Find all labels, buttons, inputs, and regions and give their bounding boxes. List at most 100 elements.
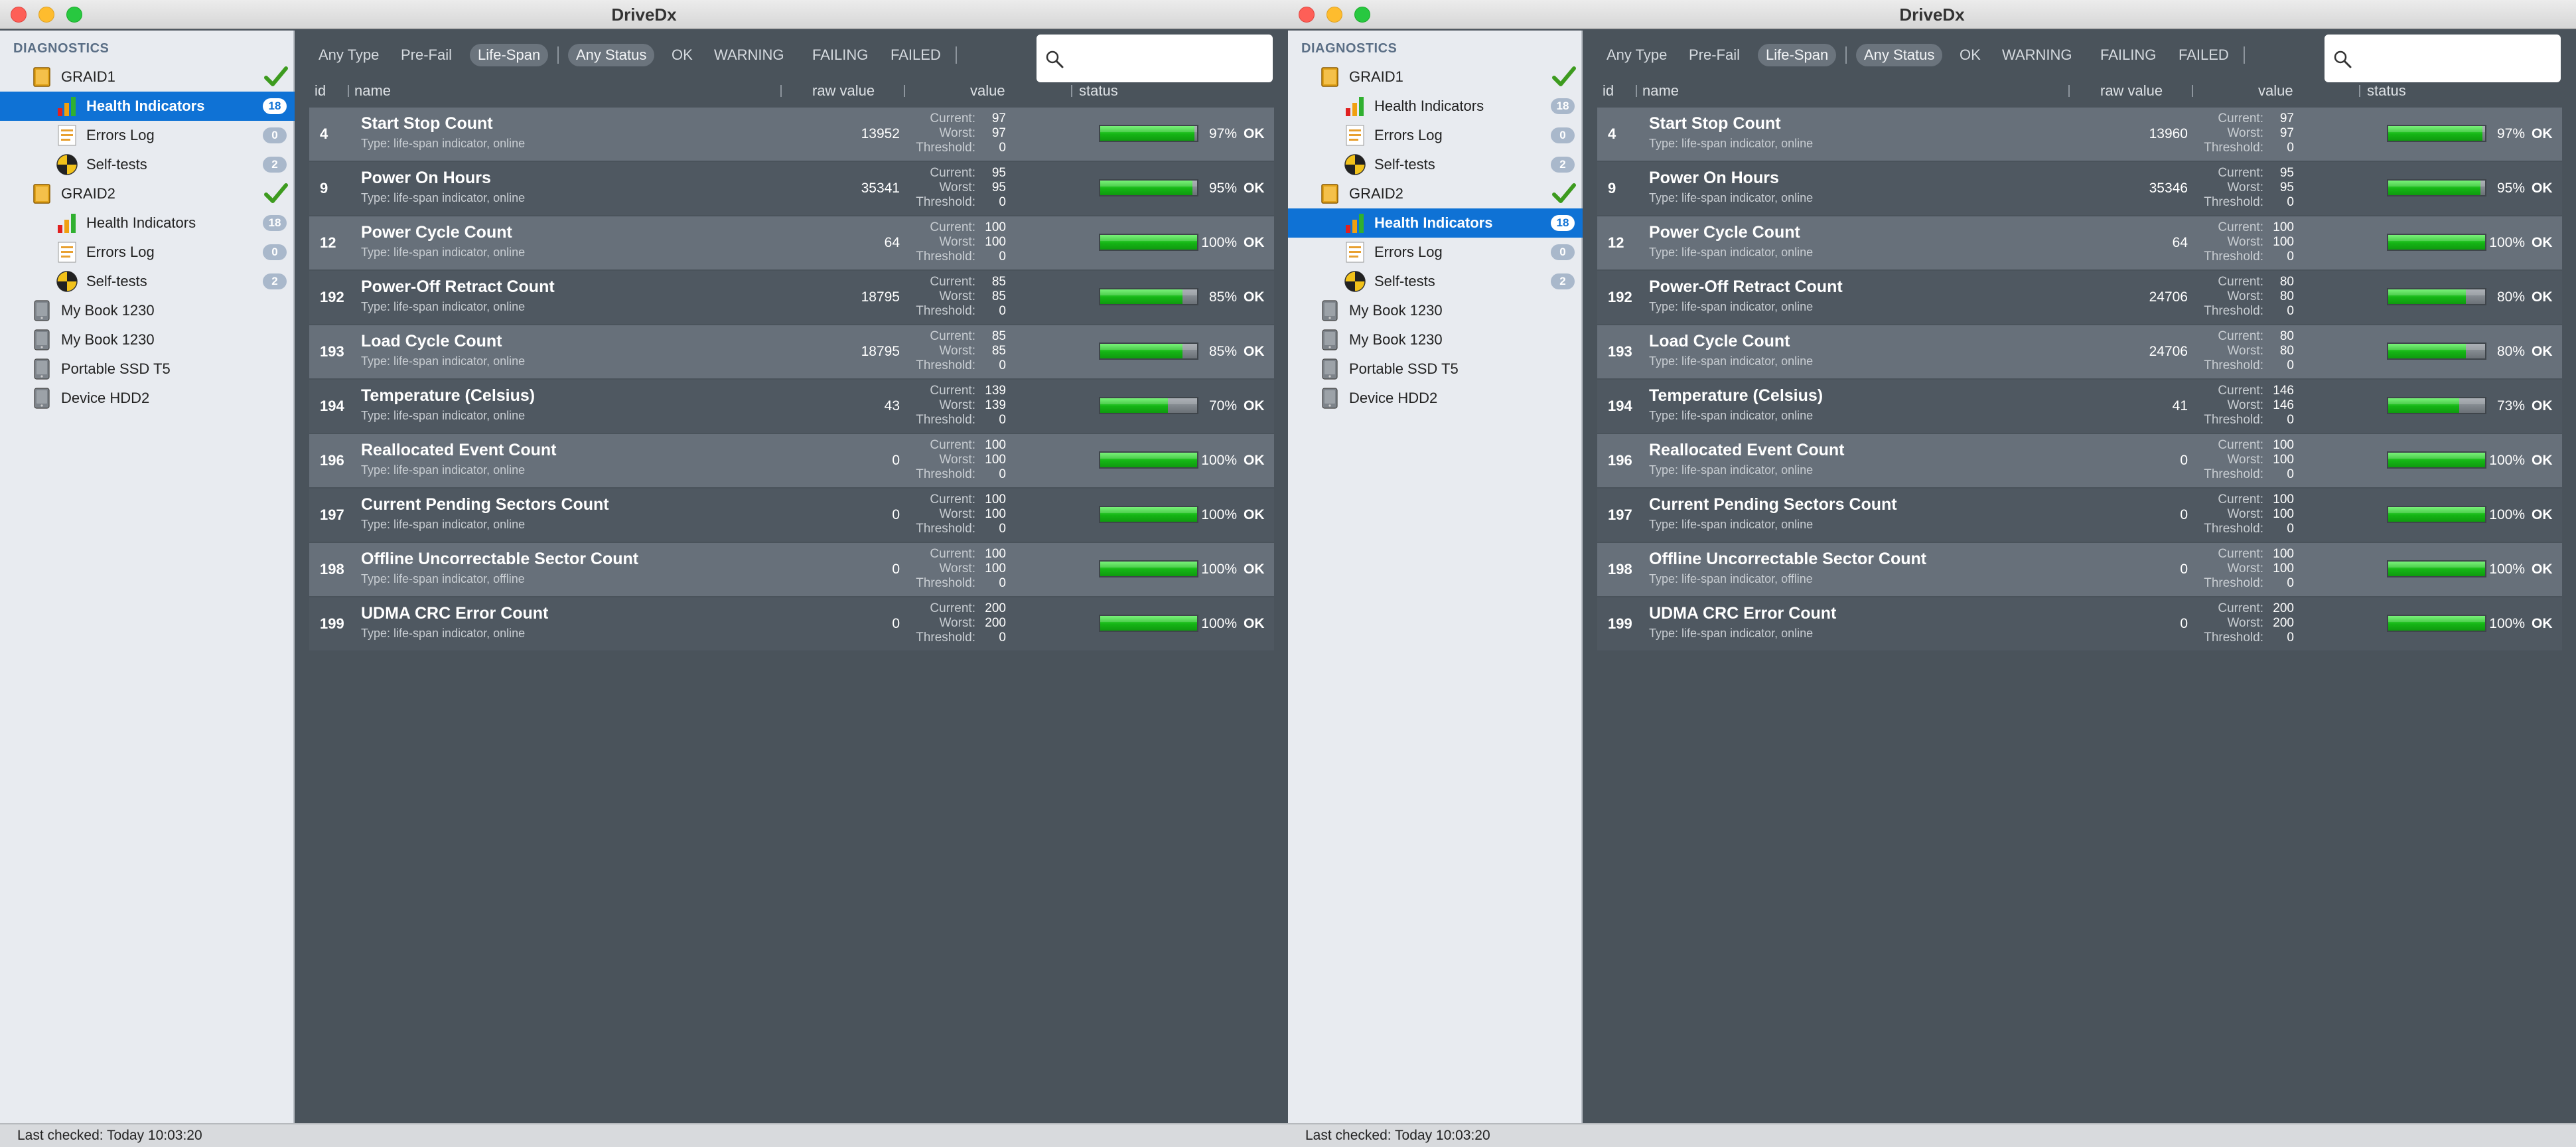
health-percent: 100% <box>1201 562 1237 577</box>
health-percent: 73% <box>2496 398 2525 414</box>
sidebar-item-health[interactable]: Health Indicators 18 <box>0 208 295 238</box>
column-divider[interactable] <box>2359 85 2360 97</box>
title-bar[interactable]: DriveDx <box>1288 0 2576 29</box>
column-divider[interactable] <box>1636 85 1637 97</box>
attribute-id: 199 <box>320 615 344 632</box>
sidebar-item-raid[interactable]: GRAID1 <box>1288 62 1583 92</box>
sidebar-item-disk[interactable]: My Book 1230 <box>0 296 295 325</box>
status-label: OK <box>2532 616 2553 631</box>
sidebar-item-raid[interactable]: GRAID1 <box>0 62 295 92</box>
sidebar-item-raid[interactable]: GRAID2 <box>1288 179 1583 208</box>
column-divider[interactable] <box>780 85 782 97</box>
filter-status-0[interactable]: Any Status <box>568 44 655 66</box>
table-row[interactable]: 193 Load Cycle Count Type: life-span indic… <box>309 325 1274 378</box>
table-row[interactable]: 4 Start Stop Count Type: life-span indicat… <box>309 108 1274 161</box>
filter-status-4[interactable]: FAILED <box>2179 44 2229 66</box>
table-row[interactable]: 4 Start Stop Count Type: life-span indicat… <box>1597 108 2562 161</box>
table-row[interactable]: 199 UDMA CRC Error Count Type: life-span i… <box>1597 597 2562 650</box>
filter-status-2[interactable]: WARNING <box>714 44 784 66</box>
table-row[interactable]: 9 Power On Hours Type: life-span indicator… <box>309 162 1274 215</box>
filter-status-3[interactable]: FAILING <box>812 44 868 66</box>
table-row[interactable]: 194 Temperature (Celsius) Type: life-span … <box>1597 380 2562 433</box>
column-divider[interactable] <box>2192 85 2193 97</box>
search-field[interactable] <box>2325 35 2561 82</box>
filter-status-1[interactable]: OK <box>1960 44 1981 66</box>
column-divider[interactable] <box>2068 85 2070 97</box>
table-row[interactable]: 197 Current Pending Sectors Count Type: li… <box>309 489 1274 542</box>
filter-status-0[interactable]: Any Status <box>1856 44 1943 66</box>
attribute-name: Offline Uncorrectable Sector Count <box>1649 550 1927 568</box>
sidebar-item-disk[interactable]: Portable SSD T5 <box>1288 354 1583 384</box>
health-icon <box>56 95 78 117</box>
column-status[interactable]: status <box>2367 81 2406 101</box>
health-percent: 95% <box>2496 181 2525 196</box>
filter-type-0[interactable]: Any Type <box>319 44 379 66</box>
search-field[interactable] <box>1037 35 1273 82</box>
filter-type-2[interactable]: Life-Span <box>1758 44 1837 66</box>
bar-gloss <box>1100 289 1197 295</box>
column-raw-value[interactable]: raw value <box>2100 81 2163 101</box>
column-id[interactable]: id <box>1603 81 1614 101</box>
filter-status-2[interactable]: WARNING <box>2002 44 2072 66</box>
attribute-name: Start Stop Count <box>361 114 493 133</box>
column-raw-value[interactable]: raw value <box>812 81 875 101</box>
sidebar-item-disk[interactable]: Portable SSD T5 <box>0 354 295 384</box>
sidebar-item-disk[interactable]: My Book 1230 <box>1288 325 1583 354</box>
sidebar-item-log[interactable]: Errors Log 0 <box>1288 238 1583 267</box>
disk-icon <box>31 387 53 410</box>
column-name[interactable]: name <box>354 81 391 101</box>
table-row[interactable]: 197 Current Pending Sectors Count Type: li… <box>1597 489 2562 542</box>
column-divider[interactable] <box>1071 85 1072 97</box>
value-block: Current: 100 Worst: 100 Threshold: 0 <box>2194 547 2307 591</box>
sidebar-item-selftest[interactable]: Self-tests 2 <box>1288 267 1583 296</box>
sidebar-item-health[interactable]: Health Indicators 18 <box>1288 208 1583 238</box>
value-label: Worst: <box>939 616 975 630</box>
filter-type-1[interactable]: Pre-Fail <box>401 44 452 66</box>
sidebar-item-disk[interactable]: My Book 1230 <box>0 325 295 354</box>
table-row[interactable]: 196 Reallocated Event Count Type: life-spa… <box>1597 434 2562 487</box>
sidebar-item-disk[interactable]: Device HDD2 <box>0 384 295 413</box>
sidebar-item-selftest[interactable]: Self-tests 2 <box>1288 150 1583 179</box>
filter-type-1[interactable]: Pre-Fail <box>1689 44 1740 66</box>
column-name[interactable]: name <box>1642 81 1679 101</box>
sidebar-item-health[interactable]: Health Indicators 18 <box>1288 92 1583 121</box>
sidebar-item-log[interactable]: Errors Log 0 <box>0 121 295 150</box>
value-label: Threshold: <box>2204 631 2263 645</box>
filter-status-4[interactable]: FAILED <box>891 44 941 66</box>
table-row[interactable]: 12 Power Cycle Count Type: life-span indic… <box>1597 216 2562 269</box>
column-status[interactable]: status <box>1079 81 1118 101</box>
sidebar-item-log[interactable]: Errors Log 0 <box>0 238 295 267</box>
table-row[interactable]: 194 Temperature (Celsius) Type: life-span … <box>309 380 1274 433</box>
filter-status-3[interactable]: FAILING <box>2100 44 2156 66</box>
column-value[interactable]: value <box>2258 81 2293 101</box>
filter-type-2[interactable]: Life-Span <box>470 44 549 66</box>
count-badge: 0 <box>1551 244 1575 260</box>
table-row[interactable]: 193 Load Cycle Count Type: life-span indic… <box>1597 325 2562 378</box>
value-number: 0 <box>999 250 1006 264</box>
filter-separator <box>2244 46 2245 64</box>
sidebar-item-selftest[interactable]: Self-tests 2 <box>0 150 295 179</box>
column-divider[interactable] <box>348 85 349 97</box>
column-id[interactable]: id <box>315 81 326 101</box>
table-row[interactable]: 199 UDMA CRC Error Count Type: life-span i… <box>309 597 1274 650</box>
title-bar[interactable]: DriveDx <box>0 0 1288 29</box>
table-row[interactable]: 192 Power-Off Retract Count Type: life-spa… <box>1597 271 2562 324</box>
sidebar-item-log[interactable]: Errors Log 0 <box>1288 121 1583 150</box>
sidebar-item-selftest[interactable]: Self-tests 2 <box>0 267 295 296</box>
column-divider[interactable] <box>904 85 905 97</box>
sidebar-item-health[interactable]: Health Indicators 18 <box>0 92 295 121</box>
status-label: OK <box>2532 289 2553 305</box>
table-row[interactable]: 9 Power On Hours Type: life-span indicator… <box>1597 162 2562 215</box>
table-row[interactable]: 192 Power-Off Retract Count Type: life-spa… <box>309 271 1274 324</box>
sidebar-item-disk[interactable]: Device HDD2 <box>1288 384 1583 413</box>
sidebar-item-disk[interactable]: My Book 1230 <box>1288 296 1583 325</box>
column-value[interactable]: value <box>970 81 1005 101</box>
filter-type-0[interactable]: Any Type <box>1607 44 1667 66</box>
table-row[interactable]: 196 Reallocated Event Count Type: life-spa… <box>309 434 1274 487</box>
table-row[interactable]: 12 Power Cycle Count Type: life-span indic… <box>309 216 1274 269</box>
value-threshold: Threshold: 0 <box>906 195 1019 210</box>
sidebar-item-raid[interactable]: GRAID2 <box>0 179 295 208</box>
table-row[interactable]: 198 Offline Uncorrectable Sector Count Typ… <box>309 543 1274 596</box>
table-row[interactable]: 198 Offline Uncorrectable Sector Count Typ… <box>1597 543 2562 596</box>
filter-status-1[interactable]: OK <box>672 44 693 66</box>
